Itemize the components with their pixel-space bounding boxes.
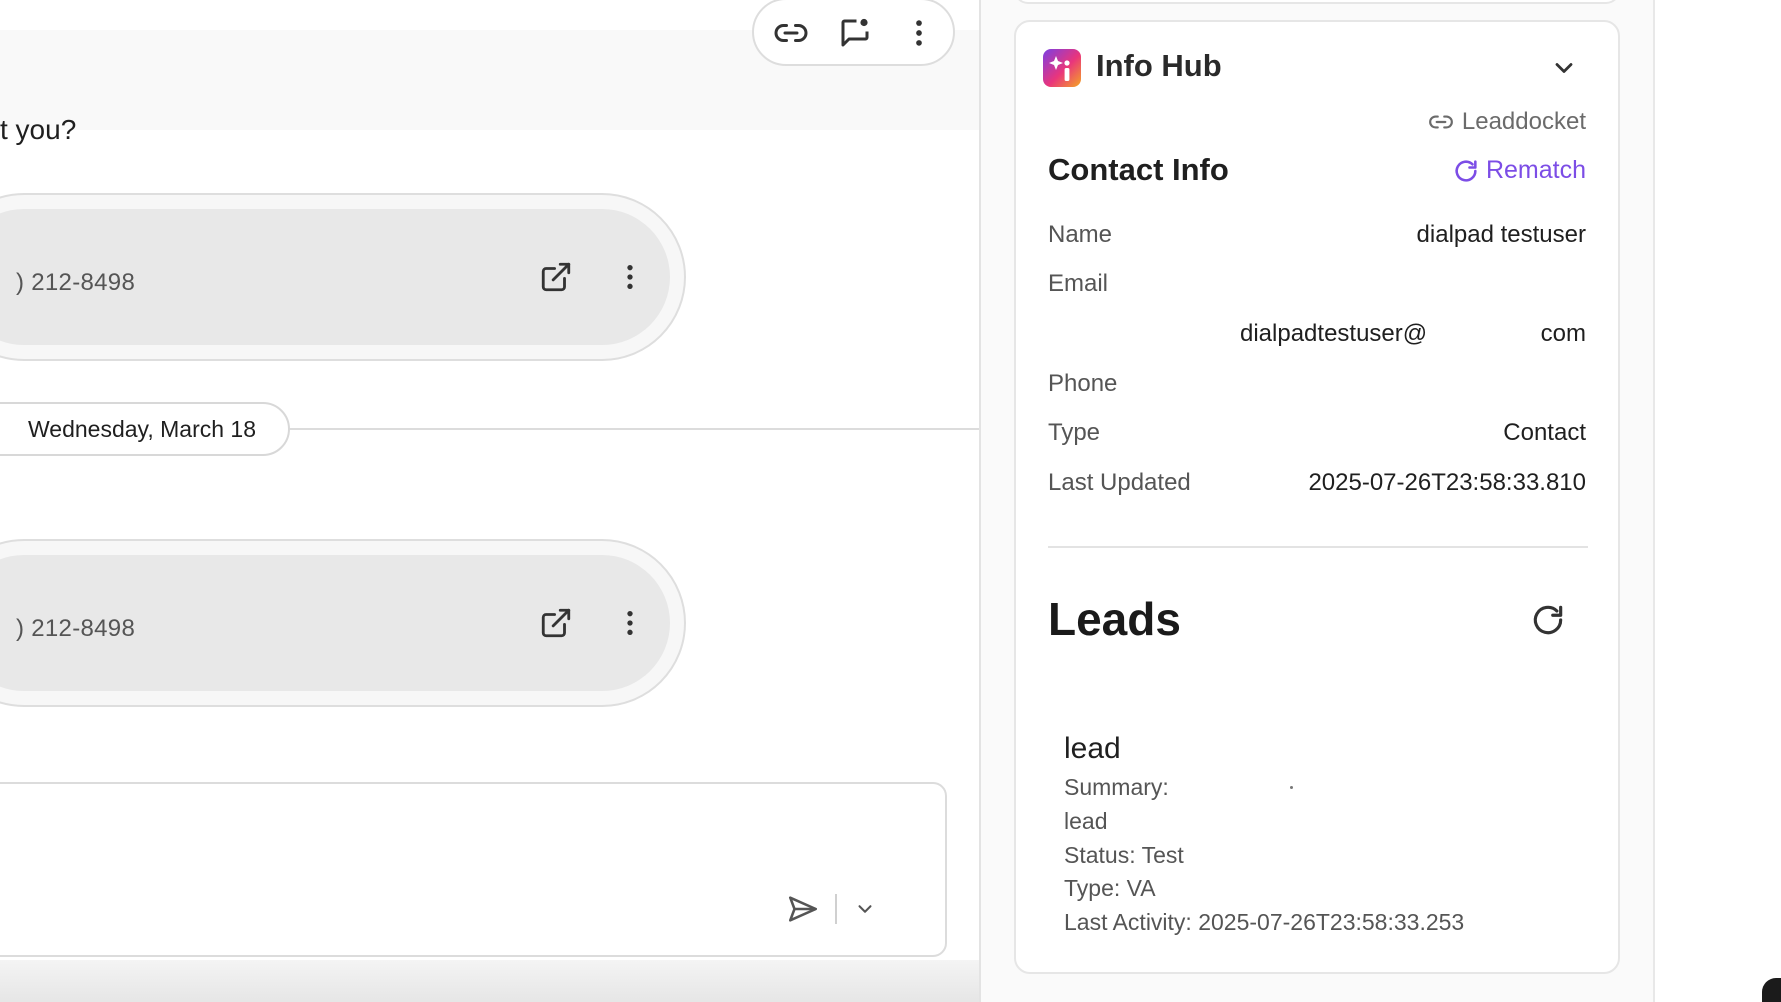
email-label: Email xyxy=(1048,270,1109,297)
lead-status: Status: Test xyxy=(1064,842,1184,868)
external-link-icon xyxy=(541,608,571,638)
refresh-icon xyxy=(1455,159,1477,182)
lead-summary-dot xyxy=(1290,786,1293,789)
refresh-icon xyxy=(1533,605,1563,635)
contact-info-title: Contact Info xyxy=(1048,152,1229,187)
more-vertical-icon xyxy=(627,611,633,635)
open-call-button[interactable] xyxy=(536,257,576,297)
last-updated-value: 2025-07-26T23:58:33.810 xyxy=(1308,469,1586,496)
comment-flag-icon xyxy=(841,18,869,47)
message-composer[interactable] xyxy=(0,782,947,957)
link-icon xyxy=(1429,115,1453,129)
chevron-down-icon xyxy=(1555,63,1573,73)
lead-name: lead xyxy=(1064,732,1121,765)
window-corner xyxy=(1762,978,1781,1002)
last-updated-label: Last Updated xyxy=(1048,469,1191,496)
source-link-label: Leaddocket xyxy=(1461,108,1586,135)
email-domain: com xyxy=(1540,320,1586,347)
send-options-button[interactable] xyxy=(848,892,882,926)
info-hub-card: Info Hub Leaddocket Contact Info Rematch… xyxy=(1014,20,1620,974)
lead-type: Type: VA xyxy=(1064,875,1156,901)
date-separator: Wednesday, March 18 xyxy=(0,402,290,456)
copy-link-button[interactable] xyxy=(770,12,812,54)
rematch-button[interactable]: Rematch xyxy=(1452,156,1586,185)
lead-summary-value: lead xyxy=(1064,808,1108,834)
info-hub-title: Info Hub xyxy=(1096,48,1222,83)
type-label: Type xyxy=(1048,419,1101,446)
lead-summary-label: Summary: xyxy=(1064,774,1169,800)
call-card-body[interactable]: ) 212-8498 xyxy=(0,209,670,345)
message-action-toolbar xyxy=(752,0,955,66)
email-value[interactable]: dialpadtestuser@ com xyxy=(1216,320,1586,352)
call-phone-number: ) 212-8498 xyxy=(16,269,136,296)
name-value: dialpad testuser xyxy=(1416,221,1586,248)
conversation-pane: t you? ) 212-8498 Wednesday, March 18) … xyxy=(0,0,979,1002)
type-value: Contact xyxy=(1503,419,1586,446)
name-label: Name xyxy=(1048,221,1113,248)
chevron-down-icon xyxy=(858,905,872,913)
composer-divider xyxy=(835,894,837,924)
lead-item[interactable]: lead Summary: lead Status: Test Type: VA… xyxy=(1048,672,1588,952)
message-text: t you? xyxy=(0,114,77,145)
right-gutter xyxy=(1655,0,1781,1002)
open-call-button[interactable] xyxy=(536,603,576,643)
email-user: dialpadtestuser@ xyxy=(1240,320,1428,347)
call-card-body[interactable]: ) 212-8498 xyxy=(0,555,670,691)
leads-title: Leads xyxy=(1048,593,1181,645)
external-link-icon xyxy=(541,262,571,292)
call-more-button[interactable] xyxy=(610,603,650,643)
more-vertical-icon xyxy=(916,20,922,46)
previous-card-edge xyxy=(1014,0,1620,4)
source-link[interactable]: Leaddocket xyxy=(1428,108,1586,136)
call-more-button[interactable] xyxy=(610,257,650,297)
lead-last-activity: Last Activity: 2025-07-26T23:58:33.253 xyxy=(1064,909,1465,935)
leads-refresh-button[interactable] xyxy=(1524,596,1572,644)
call-card: ) 212-8498 xyxy=(0,193,686,361)
section-divider xyxy=(1048,546,1588,548)
call-card: ) 212-8498 xyxy=(0,539,686,707)
pane-footer-shadow xyxy=(0,960,979,1002)
message-more-button[interactable] xyxy=(898,12,940,54)
call-phone-number: ) 212-8498 xyxy=(16,615,136,642)
info-hub-logo xyxy=(1043,49,1081,87)
more-vertical-icon xyxy=(627,265,633,289)
send-icon xyxy=(788,896,818,922)
link-icon xyxy=(774,24,808,42)
send-button[interactable] xyxy=(782,888,824,930)
phone-label: Phone xyxy=(1048,370,1118,397)
annotate-button[interactable] xyxy=(834,12,876,54)
collapse-button[interactable] xyxy=(1544,48,1584,88)
rematch-label: Rematch xyxy=(1485,156,1586,184)
